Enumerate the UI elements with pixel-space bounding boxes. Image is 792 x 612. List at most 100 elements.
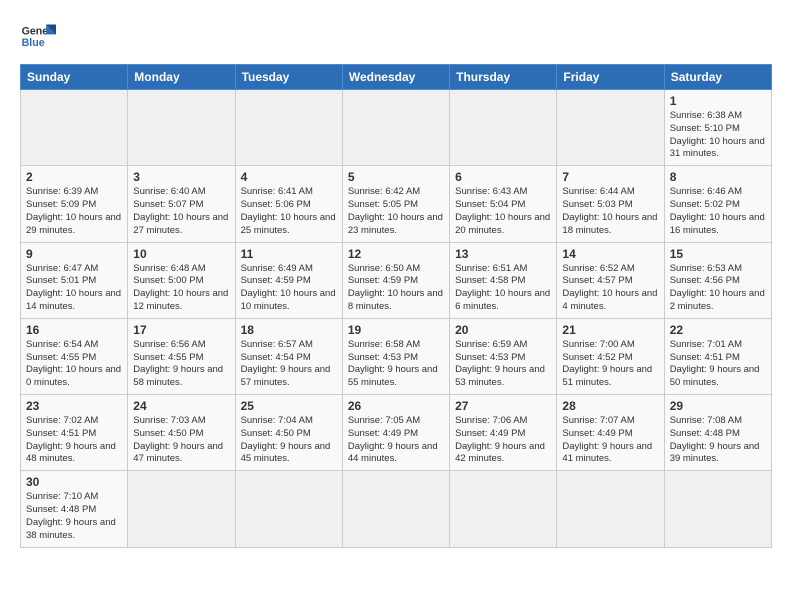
calendar-cell: 17 Sunrise: 6:56 AM Sunset: 4:55 PM Dayli…	[128, 318, 235, 394]
day-number: 14	[562, 247, 658, 261]
day-number: 9	[26, 247, 122, 261]
generalblue-logo-icon: General Blue	[20, 18, 56, 54]
day-number: 13	[455, 247, 551, 261]
day-info: Sunrise: 6:59 AM Sunset: 4:53 PM Dayligh…	[455, 339, 551, 390]
day-info: Sunrise: 6:38 AM Sunset: 5:10 PM Dayligh…	[670, 110, 766, 161]
calendar-cell: 12 Sunrise: 6:50 AM Sunset: 4:59 PM Dayli…	[342, 242, 449, 318]
calendar-header-row: SundayMondayTuesdayWednesdayThursdayFrid…	[21, 65, 772, 90]
svg-text:Blue: Blue	[22, 37, 45, 49]
calendar-cell: 7 Sunrise: 6:44 AM Sunset: 5:03 PM Daylig…	[557, 166, 664, 242]
day-info: Sunrise: 6:57 AM Sunset: 4:54 PM Dayligh…	[241, 339, 337, 390]
day-info: Sunrise: 6:39 AM Sunset: 5:09 PM Dayligh…	[26, 186, 122, 237]
day-info: Sunrise: 7:04 AM Sunset: 4:50 PM Dayligh…	[241, 415, 337, 466]
calendar-cell	[342, 471, 449, 547]
day-number: 18	[241, 323, 337, 337]
day-info: Sunrise: 7:03 AM Sunset: 4:50 PM Dayligh…	[133, 415, 229, 466]
day-info: Sunrise: 6:40 AM Sunset: 5:07 PM Dayligh…	[133, 186, 229, 237]
calendar-cell: 21 Sunrise: 7:00 AM Sunset: 4:52 PM Dayli…	[557, 318, 664, 394]
day-info: Sunrise: 6:47 AM Sunset: 5:01 PM Dayligh…	[26, 263, 122, 314]
day-number: 3	[133, 170, 229, 184]
day-number: 7	[562, 170, 658, 184]
day-info: Sunrise: 7:06 AM Sunset: 4:49 PM Dayligh…	[455, 415, 551, 466]
calendar-cell: 4Sunrise: 6:41 AM Sunset: 5:06 PM Daylig…	[235, 166, 342, 242]
calendar-cell: 16Sunrise: 6:54 AM Sunset: 4:55 PM Dayli…	[21, 318, 128, 394]
day-info: Sunrise: 6:53 AM Sunset: 4:56 PM Dayligh…	[670, 263, 766, 314]
day-info: Sunrise: 7:00 AM Sunset: 4:52 PM Dayligh…	[562, 339, 658, 390]
calendar-cell: 6 Sunrise: 6:43 AM Sunset: 5:04 PM Daylig…	[450, 166, 557, 242]
calendar-cell	[342, 90, 449, 166]
calendar-cell: 27Sunrise: 7:06 AM Sunset: 4:49 PM Dayli…	[450, 395, 557, 471]
calendar-week-5: 23 Sunrise: 7:02 AM Sunset: 4:51 PM Dayli…	[21, 395, 772, 471]
day-number: 20	[455, 323, 551, 337]
day-info: Sunrise: 7:02 AM Sunset: 4:51 PM Dayligh…	[26, 415, 122, 466]
weekday-header-thursday: Thursday	[450, 65, 557, 90]
day-number: 17	[133, 323, 229, 337]
day-number: 24	[133, 399, 229, 413]
weekday-header-wednesday: Wednesday	[342, 65, 449, 90]
logo: General Blue	[20, 18, 56, 54]
day-number: 1	[670, 94, 766, 108]
day-info: Sunrise: 7:05 AM Sunset: 4:49 PM Dayligh…	[348, 415, 444, 466]
calendar-cell: 8 Sunrise: 6:46 AM Sunset: 5:02 PM Daylig…	[664, 166, 771, 242]
calendar-week-2: 2 Sunrise: 6:39 AM Sunset: 5:09 PM Daylig…	[21, 166, 772, 242]
day-number: 22	[670, 323, 766, 337]
day-info: Sunrise: 6:46 AM Sunset: 5:02 PM Dayligh…	[670, 186, 766, 237]
day-info: Sunrise: 6:49 AM Sunset: 4:59 PM Dayligh…	[241, 263, 337, 314]
calendar-cell: 30Sunrise: 7:10 AM Sunset: 4:48 PM Dayli…	[21, 471, 128, 547]
day-info: Sunrise: 7:07 AM Sunset: 4:49 PM Dayligh…	[562, 415, 658, 466]
calendar-cell	[235, 471, 342, 547]
calendar-cell: 25Sunrise: 7:04 AM Sunset: 4:50 PM Dayli…	[235, 395, 342, 471]
calendar-cell: 24 Sunrise: 7:03 AM Sunset: 4:50 PM Dayli…	[128, 395, 235, 471]
page: General Blue SundayMondayTuesdayWednesda…	[0, 0, 792, 558]
calendar-cell: 2 Sunrise: 6:39 AM Sunset: 5:09 PM Daylig…	[21, 166, 128, 242]
calendar-week-3: 9 Sunrise: 6:47 AM Sunset: 5:01 PM Daylig…	[21, 242, 772, 318]
weekday-header-tuesday: Tuesday	[235, 65, 342, 90]
day-info: Sunrise: 7:10 AM Sunset: 4:48 PM Dayligh…	[26, 491, 122, 542]
day-number: 23	[26, 399, 122, 413]
calendar-table: SundayMondayTuesdayWednesdayThursdayFrid…	[20, 64, 772, 548]
calendar-cell	[557, 471, 664, 547]
day-number: 2	[26, 170, 122, 184]
calendar-cell: 28 Sunrise: 7:07 AM Sunset: 4:49 PM Dayli…	[557, 395, 664, 471]
day-number: 10	[133, 247, 229, 261]
calendar-cell	[128, 471, 235, 547]
calendar-cell	[450, 90, 557, 166]
day-info: Sunrise: 6:50 AM Sunset: 4:59 PM Dayligh…	[348, 263, 444, 314]
day-number: 29	[670, 399, 766, 413]
day-number: 28	[562, 399, 658, 413]
calendar-cell: 20 Sunrise: 6:59 AM Sunset: 4:53 PM Dayli…	[450, 318, 557, 394]
day-info: Sunrise: 6:54 AM Sunset: 4:55 PM Dayligh…	[26, 339, 122, 390]
header: General Blue	[20, 18, 772, 54]
day-number: 6	[455, 170, 551, 184]
day-number: 11	[241, 247, 337, 261]
day-info: Sunrise: 6:44 AM Sunset: 5:03 PM Dayligh…	[562, 186, 658, 237]
calendar-cell: 1 Sunrise: 6:38 AM Sunset: 5:10 PM Daylig…	[664, 90, 771, 166]
calendar-cell	[664, 471, 771, 547]
calendar-cell: 23 Sunrise: 7:02 AM Sunset: 4:51 PM Dayli…	[21, 395, 128, 471]
calendar-cell: 18 Sunrise: 6:57 AM Sunset: 4:54 PM Dayli…	[235, 318, 342, 394]
day-number: 8	[670, 170, 766, 184]
calendar-cell: 11 Sunrise: 6:49 AM Sunset: 4:59 PM Dayli…	[235, 242, 342, 318]
calendar-cell: 19 Sunrise: 6:58 AM Sunset: 4:53 PM Dayli…	[342, 318, 449, 394]
calendar-cell: 9 Sunrise: 6:47 AM Sunset: 5:01 PM Daylig…	[21, 242, 128, 318]
weekday-header-friday: Friday	[557, 65, 664, 90]
day-info: Sunrise: 6:56 AM Sunset: 4:55 PM Dayligh…	[133, 339, 229, 390]
day-info: Sunrise: 6:43 AM Sunset: 5:04 PM Dayligh…	[455, 186, 551, 237]
weekday-header-saturday: Saturday	[664, 65, 771, 90]
calendar-cell	[235, 90, 342, 166]
day-info: Sunrise: 6:58 AM Sunset: 4:53 PM Dayligh…	[348, 339, 444, 390]
calendar-cell: 15 Sunrise: 6:53 AM Sunset: 4:56 PM Dayli…	[664, 242, 771, 318]
calendar-cell: 26Sunrise: 7:05 AM Sunset: 4:49 PM Dayli…	[342, 395, 449, 471]
day-number: 19	[348, 323, 444, 337]
calendar-cell: 5Sunrise: 6:42 AM Sunset: 5:05 PM Daylig…	[342, 166, 449, 242]
day-info: Sunrise: 6:41 AM Sunset: 5:06 PM Dayligh…	[241, 186, 337, 237]
calendar-cell: 29 Sunrise: 7:08 AM Sunset: 4:48 PM Dayli…	[664, 395, 771, 471]
day-number: 12	[348, 247, 444, 261]
day-number: 21	[562, 323, 658, 337]
day-info: Sunrise: 7:01 AM Sunset: 4:51 PM Dayligh…	[670, 339, 766, 390]
day-info: Sunrise: 6:48 AM Sunset: 5:00 PM Dayligh…	[133, 263, 229, 314]
day-number: 15	[670, 247, 766, 261]
calendar-cell	[21, 90, 128, 166]
day-info: Sunrise: 7:08 AM Sunset: 4:48 PM Dayligh…	[670, 415, 766, 466]
calendar-cell	[557, 90, 664, 166]
